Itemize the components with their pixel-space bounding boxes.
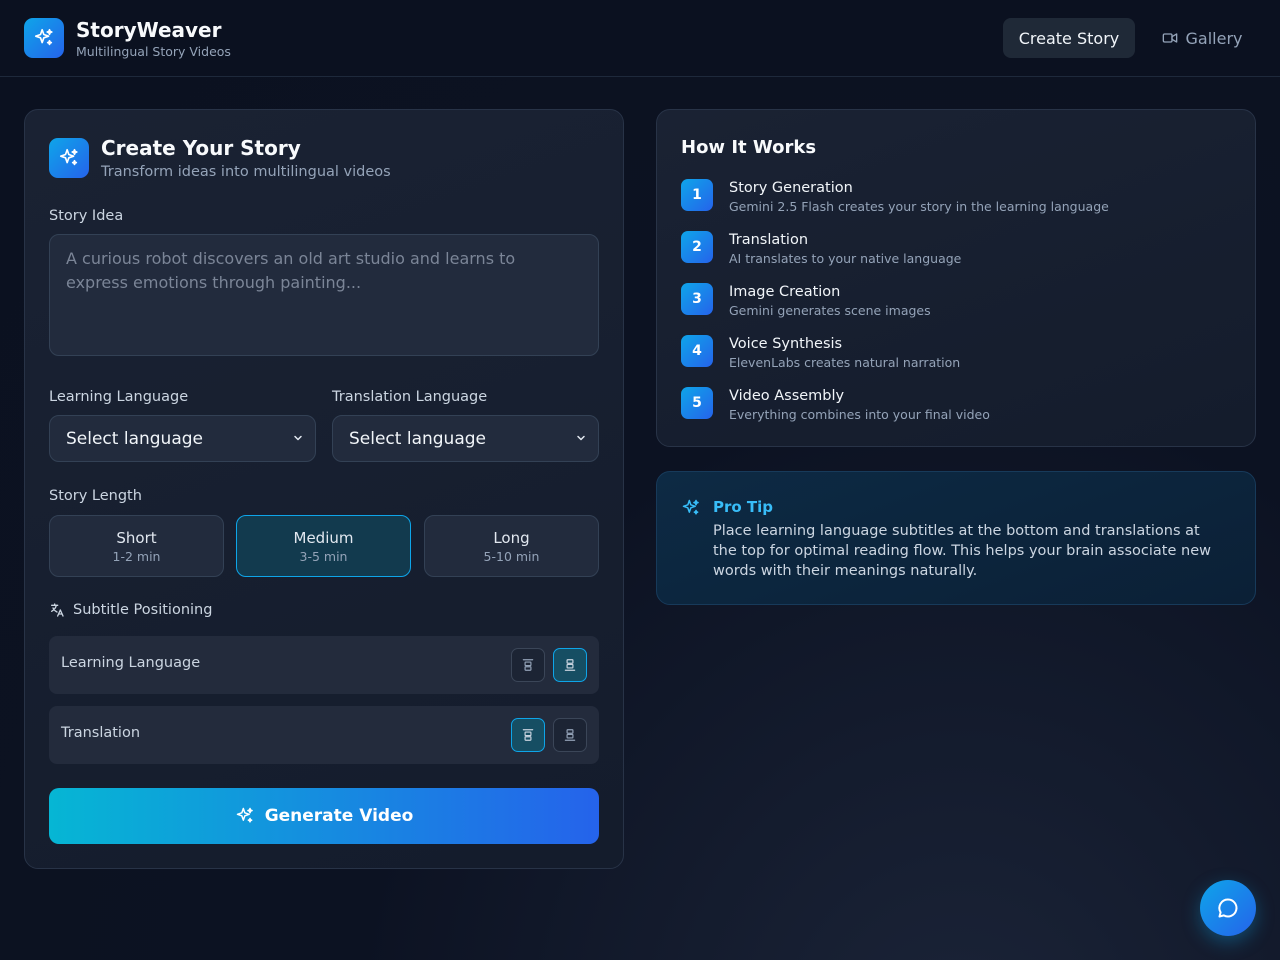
brand-logo[interactable] xyxy=(24,18,64,58)
step-item: 5 Video Assembly Everything combines int… xyxy=(681,387,1241,427)
step-number: 4 xyxy=(681,335,713,367)
brand-subtitle: Multilingual Story Videos xyxy=(76,44,231,59)
step-number: 1 xyxy=(681,179,713,211)
create-title: Create Your Story xyxy=(101,136,301,160)
chat-bubble-icon xyxy=(1218,898,1238,918)
create-story-card: Create Your Story Transform ideas into m… xyxy=(24,109,624,869)
length-long-button[interactable]: Long 5-10 min xyxy=(424,515,599,577)
length-duration: 1-2 min xyxy=(112,548,161,564)
nav-gallery[interactable]: Gallery xyxy=(1150,18,1254,58)
align-top-icon xyxy=(522,729,534,741)
subtitle-positioning-label: Subtitle Positioning xyxy=(73,602,213,618)
nav-create-story[interactable]: Create Story xyxy=(1003,18,1135,58)
sparkles-icon xyxy=(59,148,78,166)
sparkles-icon xyxy=(236,807,253,823)
story-idea-input[interactable] xyxy=(49,234,599,356)
learning-language-label: Learning Language xyxy=(49,389,189,405)
step-item: 2 Translation AI translates to your nati… xyxy=(681,231,1241,271)
step-description: ElevenLabs creates natural narration xyxy=(729,355,961,370)
step-title: Image Creation xyxy=(729,284,841,300)
align-bottom-icon xyxy=(564,729,576,741)
length-title: Short xyxy=(116,528,157,547)
length-title: Medium xyxy=(293,528,354,547)
story-length-label: Story Length xyxy=(49,488,142,504)
position-row-label: Learning Language xyxy=(61,655,201,671)
length-duration: 3-5 min xyxy=(299,548,348,564)
length-medium-button[interactable]: Medium 3-5 min xyxy=(236,515,411,577)
step-item: 4 Voice Synthesis ElevenLabs creates nat… xyxy=(681,335,1241,375)
pro-tip-text: Place learning language subtitles at the… xyxy=(713,523,1211,579)
step-number: 5 xyxy=(681,387,713,419)
learning-language-select[interactable]: Select language xyxy=(49,415,316,462)
learning-position-bottom-button[interactable] xyxy=(553,648,587,682)
step-title: Video Assembly xyxy=(729,388,845,404)
step-description: Gemini 2.5 Flash creates your story in t… xyxy=(729,199,1109,214)
sparkles-icon xyxy=(682,499,699,515)
step-item: 3 Image Creation Gemini generates scene … xyxy=(681,283,1241,323)
pro-tip-title: Pro Tip xyxy=(713,498,774,516)
step-title: Story Generation xyxy=(729,180,853,196)
video-camera-icon xyxy=(1162,33,1177,43)
position-row-label: Translation xyxy=(61,725,141,741)
nav-gallery-label: Gallery xyxy=(1185,28,1243,48)
translation-position-top-button[interactable] xyxy=(511,718,545,752)
step-description: Everything combines into your final vide… xyxy=(729,407,990,422)
step-item: 1 Story Generation Gemini 2.5 Flash crea… xyxy=(681,179,1241,219)
chat-button[interactable] xyxy=(1200,880,1256,936)
step-title: Translation xyxy=(729,232,809,248)
translation-language-label: Translation Language xyxy=(332,389,488,405)
create-subtitle: Transform ideas into multilingual videos xyxy=(101,164,391,180)
length-duration: 5-10 min xyxy=(483,548,540,564)
story-idea-label: Story Idea xyxy=(49,208,124,224)
learning-position-top-button[interactable] xyxy=(511,648,545,682)
translation-language-select-wrap: Select language xyxy=(332,415,599,462)
generate-video-label: Generate Video xyxy=(264,806,414,826)
step-number: 3 xyxy=(681,283,713,315)
top-bar: StoryWeaver Multilingual Story Videos Cr… xyxy=(0,0,1280,77)
step-description: AI translates to your native language xyxy=(729,251,962,266)
translation-position-bottom-button[interactable] xyxy=(553,718,587,752)
length-title: Long xyxy=(493,528,530,547)
step-title: Voice Synthesis xyxy=(729,336,843,352)
create-icon-box xyxy=(49,138,89,178)
align-bottom-icon xyxy=(564,659,576,671)
how-it-works-title: How It Works xyxy=(681,137,817,158)
learning-language-select-wrap: Select language xyxy=(49,415,316,462)
step-number: 2 xyxy=(681,231,713,263)
translation-position-row: Translation xyxy=(49,706,599,764)
step-description: Gemini generates scene images xyxy=(729,303,931,318)
length-short-button[interactable]: Short 1-2 min xyxy=(49,515,224,577)
translation-language-select[interactable]: Select language xyxy=(332,415,599,462)
sparkles-icon xyxy=(34,28,53,46)
how-it-works-card: How It Works 1 Story Generation Gemini 2… xyxy=(656,109,1256,447)
generate-video-button[interactable]: Generate Video xyxy=(49,788,599,844)
brand-title: StoryWeaver xyxy=(76,18,222,42)
learning-position-row: Learning Language xyxy=(49,636,599,694)
align-top-icon xyxy=(522,659,534,671)
pro-tip-card: Pro Tip Place learning language subtitle… xyxy=(656,471,1256,605)
translate-icon xyxy=(51,603,64,617)
